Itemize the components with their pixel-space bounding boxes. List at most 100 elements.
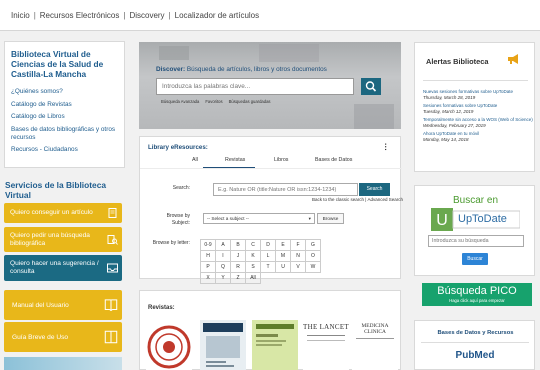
letter-link[interactable]: Y: [216, 273, 231, 284]
letter-link[interactable]: O: [306, 251, 321, 262]
medicina-clinica-cover[interactable]: MEDICINA CLINICA: [352, 320, 398, 370]
suggestion-button[interactable]: Quiero hacer una sugerencia / consulta: [4, 255, 122, 281]
search-label: Search:: [172, 185, 190, 191]
letter-link[interactable]: Q: [216, 262, 231, 273]
pubmed-text: PubMed: [455, 350, 495, 361]
letter-link[interactable]: All: [246, 273, 261, 284]
letter-link[interactable]: V: [291, 262, 306, 273]
discover-label: Discover: Búsqueda de artículos, libros …: [156, 66, 327, 73]
letter-link[interactable]: P: [201, 262, 216, 273]
saved-searches-link[interactable]: Búsquedas guardadas: [229, 99, 271, 104]
pubmed-logo[interactable]: PubMed: [450, 348, 500, 364]
quick-guide-button[interactable]: Guía Breve de Uso: [4, 322, 122, 352]
search-list-icon: [107, 234, 118, 245]
svg-text:U: U: [436, 212, 448, 229]
request-article-button[interactable]: Quiero conseguir un artículo: [4, 203, 122, 223]
favorites-link[interactable]: Favoritos: [205, 99, 222, 104]
letter-link[interactable]: S: [246, 262, 261, 273]
letter-link[interactable]: 0-9: [201, 240, 216, 251]
letter-link[interactable]: K: [246, 251, 261, 262]
subject-select[interactable]: -- Select a subject -- ▾: [203, 213, 315, 224]
letter-link[interactable]: E: [276, 240, 291, 251]
request-search-button[interactable]: Quiero pedir una búsqueda bibliográfica: [4, 227, 122, 252]
browse-button[interactable]: Browse: [317, 213, 344, 224]
letter-link[interactable]: M: [276, 251, 291, 262]
uptodate-panel: Buscar en U UpToDate Buscar: [414, 185, 535, 276]
more-options-icon[interactable]: ···: [381, 143, 390, 151]
nav-recursos-electronicos[interactable]: Recursos Electrónicos: [40, 11, 120, 20]
uptodate-search-input[interactable]: [428, 235, 524, 247]
advanced-search-link[interactable]: Búsqueda Avanzada: [161, 99, 199, 104]
letter-link[interactable]: T: [261, 262, 276, 273]
letter-link[interactable]: H: [201, 251, 216, 262]
eresources-search-button[interactable]: Search: [359, 183, 390, 196]
letter-link[interactable]: W: [306, 262, 321, 273]
letter-link[interactable]: G: [306, 240, 321, 251]
letter-link[interactable]: U: [276, 262, 291, 273]
nav-discovery[interactable]: Discovery: [129, 11, 164, 20]
suggestion-label: Quiero hacer una sugerencia / consulta: [10, 260, 99, 275]
link-quienes-somos[interactable]: ¿Quiénes somos?: [11, 88, 118, 96]
letter-link[interactable]: X: [201, 273, 216, 284]
uptodate-search-button[interactable]: Buscar: [462, 253, 488, 265]
bmj-cover[interactable]: [200, 320, 246, 370]
uptodate-brand: UpToDate: [458, 213, 507, 225]
letter-link[interactable]: N: [291, 251, 306, 262]
letter-link[interactable]: I: [216, 251, 231, 262]
link-recursos-ciudadanos[interactable]: Recursos - Ciudadanos: [11, 146, 118, 154]
nav-localizador-articulos[interactable]: Localizador de artículos: [175, 11, 260, 20]
revistas-label: Revistas:: [148, 305, 175, 311]
alert-item: Sesiones formativas sobre UpToDate Tuesda…: [423, 103, 533, 114]
discover-label-bold: Discover:: [156, 66, 186, 73]
letter-link[interactable]: F: [291, 240, 306, 251]
tab-all[interactable]: All: [192, 157, 198, 163]
alerts-divider: [423, 80, 528, 81]
revistas-panel: Revistas: THE LANCET MEDICINA CLINICA: [139, 290, 401, 370]
classic-search-link[interactable]: Back to the classic search: [312, 197, 364, 202]
link-catalogo-libros[interactable]: Catálogo de Libros: [11, 113, 118, 121]
discover-search-button[interactable]: [361, 78, 381, 95]
user-manual-label: Manual del Usuario: [12, 301, 69, 309]
banner-background: [259, 44, 319, 62]
request-search-label: Quiero pedir una búsqueda bibliográfica: [10, 231, 90, 247]
letter-grid: 0-9 A B C D E F G H I J K L M N O P Q R S T U V W X Y Z All: [200, 239, 321, 284]
medicina-clinica-title: MEDICINA CLINICA: [361, 323, 389, 335]
letter-link[interactable]: Z: [231, 273, 246, 284]
tab-revistas[interactable]: Revistas: [225, 157, 245, 163]
nav-inicio[interactable]: Inicio: [11, 11, 30, 20]
advanced-search-link[interactable]: Advanced Search: [367, 197, 403, 202]
journal-cover[interactable]: [252, 320, 298, 370]
letter-link[interactable]: A: [216, 240, 231, 251]
letter-link[interactable]: B: [231, 240, 246, 251]
tab-bases-datos[interactable]: Bases de Datos: [315, 157, 352, 163]
megaphone-icon: [508, 54, 518, 64]
link-catalogo-revistas[interactable]: Catálogo de Revistas: [11, 101, 118, 109]
uptodate-logo[interactable]: U UpToDate: [431, 208, 520, 231]
letter-link[interactable]: L: [261, 251, 276, 262]
user-manual-button[interactable]: Manual del Usuario: [4, 290, 122, 320]
request-article-label: Quiero conseguir un artículo: [10, 209, 93, 216]
eresources-search-input[interactable]: [213, 183, 358, 196]
nav-separator: |: [168, 11, 171, 20]
link-bases-datos[interactable]: Bases de datos bibliográficas y otros re…: [11, 126, 118, 142]
book-icon: [104, 299, 118, 311]
discover-label-text: Búsqueda de artículos, libros y otros do…: [185, 66, 327, 73]
pico-search-button[interactable]: Búsqueda PICO Haga click aquí para empez…: [422, 283, 532, 306]
pico-title: Búsqueda PICO: [437, 285, 517, 297]
chevron-down-icon: ▾: [308, 216, 311, 221]
letter-link[interactable]: D: [261, 240, 276, 251]
library-links: ¿Quiénes somos? Catálogo de Revistas Cat…: [11, 88, 118, 154]
letter-link[interactable]: J: [231, 251, 246, 262]
services-title: Servicios de la Biblioteca Virtual: [5, 180, 107, 200]
lancet-cover[interactable]: THE LANCET: [303, 320, 349, 370]
nejm-cover[interactable]: [146, 320, 192, 370]
letter-link[interactable]: R: [231, 262, 246, 273]
alert-link[interactable]: Temporalmente sin acceso a la WOS (Web o…: [423, 117, 533, 123]
letter-link[interactable]: C: [246, 240, 261, 251]
discover-search-input[interactable]: [156, 78, 354, 95]
tab-libros[interactable]: Libros: [274, 157, 288, 163]
alerts-title: Alertas Biblioteca: [426, 57, 489, 66]
alert-item: Ahora UpToDate en tu móvil Monday, May 14…: [423, 131, 533, 142]
alert-date: Monday, May 14, 2018: [423, 136, 469, 142]
alert-date: Thursday, March 28, 2019: [423, 94, 476, 100]
